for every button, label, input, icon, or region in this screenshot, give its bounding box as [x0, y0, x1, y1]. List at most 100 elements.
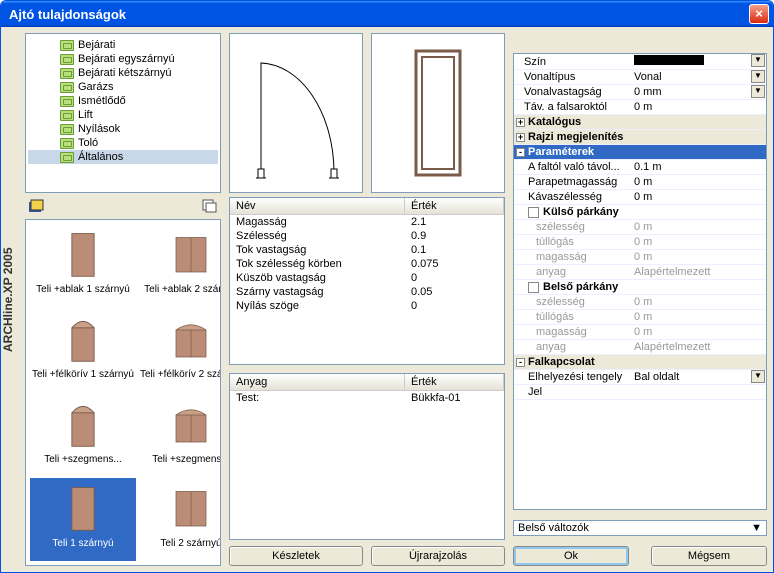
checkbox[interactable] — [528, 282, 539, 293]
prop-row[interactable]: A faltól való távol...0.1 m — [514, 160, 766, 175]
prop-row[interactable]: Vonalvastagság0 mm▼ — [514, 85, 766, 100]
table-row[interactable]: Küszöb vastagság0 — [230, 271, 504, 285]
col-value[interactable]: Érték — [405, 198, 504, 214]
table-row[interactable]: Szárny vastagság0.05 — [230, 285, 504, 299]
thumb-label: Teli 1 szárnyú — [32, 538, 134, 549]
tree-item[interactable]: Lift — [28, 108, 218, 122]
prop-group-header[interactable]: -Falkapcsolat — [514, 355, 766, 370]
thumbnail-item[interactable]: Teli +félkörív 1 szárnyú — [30, 309, 136, 392]
prop-group-header[interactable]: +Rajzi megjelenítés — [514, 130, 766, 145]
expand-icon[interactable]: - — [516, 148, 525, 157]
thumbnail-item[interactable]: Teli +ablak 1 szárnyú — [30, 224, 136, 307]
col-name[interactable]: Anyag — [230, 374, 405, 390]
tree-item[interactable]: Bejárati egyszárnyú — [28, 52, 218, 66]
prop-group-header[interactable]: -Paraméterek — [514, 145, 766, 160]
table-body[interactable]: Magasság2.1Szélesség0.9Tok vastagság0.1T… — [230, 215, 504, 364]
table-row[interactable]: Tok szélesség körben0.075 — [230, 257, 504, 271]
right-buttons: Ok Mégsem — [513, 546, 767, 566]
copy-icon[interactable] — [201, 197, 219, 215]
tree-label: Nyílások — [78, 123, 120, 135]
thumbnail-grid[interactable]: Teli +ablak 1 szárnyú Teli +ablak 2 szárn… — [25, 219, 221, 566]
tree-item[interactable]: Általános — [28, 150, 218, 164]
prop-row[interactable]: szélesség0 m — [514, 295, 766, 310]
prop-row[interactable]: Belső párkány — [514, 280, 766, 295]
tree-item[interactable]: Bejárati — [28, 38, 218, 52]
tree-label: Bejárati egyszárnyú — [78, 53, 175, 65]
thumb-label: Teli +ablak 2 szárnyú — [140, 284, 221, 295]
preview-row — [229, 33, 505, 193]
prop-row[interactable]: szélesség0 m — [514, 220, 766, 235]
prop-row[interactable]: Szín▼ — [514, 54, 766, 70]
titlebar[interactable]: Ajtó tulajdonságok × — [1, 1, 773, 27]
col-name[interactable]: Név — [230, 198, 405, 214]
thumbnail-item[interactable]: Teli +szegmens... — [138, 394, 221, 477]
prop-row[interactable]: túllógás0 m — [514, 310, 766, 325]
chevron-down-icon[interactable]: ▼ — [751, 54, 765, 67]
prop-row[interactable]: magasság0 m — [514, 250, 766, 265]
prop-row[interactable]: Kávaszélesség0 m — [514, 190, 766, 205]
thumbnail-item[interactable]: Teli +ablak 2 szárnyú — [138, 224, 221, 307]
thumbnail-item[interactable]: Teli +szegmens... — [30, 394, 136, 477]
middle-buttons: Készletek Újrarajzolás — [229, 546, 505, 566]
door-icon — [167, 226, 215, 282]
thumb-label: Teli +ablak 1 szárnyú — [32, 284, 134, 295]
property-grid[interactable]: Szín▼VonaltípusVonal▼Vonalvastagság0 mm▼… — [513, 53, 767, 510]
prop-row[interactable]: VonaltípusVonal▼ — [514, 70, 766, 85]
prop-row[interactable]: Táv. a falsaroktól0 m — [514, 100, 766, 115]
variables-combo[interactable]: Belső változók ▼ — [513, 520, 767, 536]
table-row[interactable]: Nyílás szöge0 — [230, 299, 504, 313]
prop-row[interactable]: Parapetmagasság0 m — [514, 175, 766, 190]
table-row[interactable]: Szélesség0.9 — [230, 229, 504, 243]
tree-item[interactable]: Toló — [28, 136, 218, 150]
tree-item[interactable]: Nyílások — [28, 122, 218, 136]
chevron-down-icon[interactable]: ▼ — [751, 70, 765, 83]
prop-row[interactable]: túllógás0 m — [514, 235, 766, 250]
expand-icon[interactable]: + — [516, 133, 525, 142]
table-header[interactable]: Név Érték — [230, 198, 504, 215]
chevron-down-icon[interactable]: ▼ — [751, 85, 765, 98]
right-column: Szín▼VonaltípusVonal▼Vonalvastagság0 mm▼… — [513, 33, 767, 566]
redraw-button[interactable]: Újrarajzolás — [371, 546, 505, 566]
tree-label: Ismétlődő — [78, 95, 126, 107]
expand-icon[interactable]: - — [516, 358, 525, 367]
prop-row[interactable]: anyagAlapértelmezett — [514, 265, 766, 280]
titlebar-title: Ajtó tulajdonságok — [9, 7, 126, 22]
tree-item[interactable]: Ismétlődő — [28, 94, 218, 108]
table-row[interactable]: Magasság2.1 — [230, 215, 504, 229]
thumbnail-item[interactable]: Teli +félkörív 2 szárnyú — [138, 309, 221, 392]
left-toolbar — [25, 193, 221, 219]
left-column: Bejárati Bejárati egyszárnyúBejárati kéts… — [25, 33, 221, 566]
middle-column: Név Érték Magasság2.1Szélesség0.9Tok vas… — [229, 33, 505, 566]
col-value[interactable]: Érték — [405, 374, 504, 390]
prop-group-header[interactable]: +Katalógus — [514, 115, 766, 130]
checkbox[interactable] — [528, 207, 539, 218]
prop-row[interactable]: Külső párkány — [514, 205, 766, 220]
category-tree[interactable]: Bejárati Bejárati egyszárnyúBejárati kéts… — [25, 33, 221, 193]
palette-icon[interactable] — [27, 197, 45, 215]
presets-button[interactable]: Készletek — [229, 546, 363, 566]
ok-button[interactable]: Ok — [513, 546, 629, 566]
thumbnail-item[interactable]: Teli 1 szárnyú — [30, 478, 136, 561]
dialog-window: Ajtó tulajdonságok × ARCHline.XP 2005 Be… — [0, 0, 774, 573]
thumbnail-item[interactable]: Teli 2 szárnyú — [138, 478, 221, 561]
tree-item[interactable]: Bejárati kétszárnyú — [28, 66, 218, 80]
prop-row[interactable]: Jel — [514, 385, 766, 400]
chevron-down-icon[interactable]: ▼ — [751, 370, 765, 383]
tree-item[interactable]: Garázs — [28, 80, 218, 94]
prop-row[interactable]: anyagAlapértelmezett — [514, 340, 766, 355]
table-row[interactable]: Test:Bükkfa-01 — [230, 391, 504, 405]
prop-row[interactable]: magasság0 m — [514, 325, 766, 340]
tree-label: Bejárati — [78, 39, 115, 51]
table-row[interactable]: Tok vastagság0.1 — [230, 243, 504, 257]
prop-row[interactable]: Elhelyezési tengelyBal oldalt▼ — [514, 370, 766, 385]
table-header[interactable]: Anyag Érték — [230, 374, 504, 391]
close-button[interactable]: × — [749, 4, 769, 24]
table-body[interactable]: Test:Bükkfa-01 — [230, 391, 504, 540]
preview-3d — [371, 33, 505, 193]
folder-icon — [60, 68, 74, 79]
folder-icon — [60, 40, 74, 51]
expand-icon[interactable]: + — [516, 118, 525, 127]
cancel-button[interactable]: Mégsem — [651, 546, 767, 566]
material-table: Anyag Érték Test:Bükkfa-01 — [229, 373, 505, 541]
chevron-down-icon: ▼ — [751, 522, 762, 534]
